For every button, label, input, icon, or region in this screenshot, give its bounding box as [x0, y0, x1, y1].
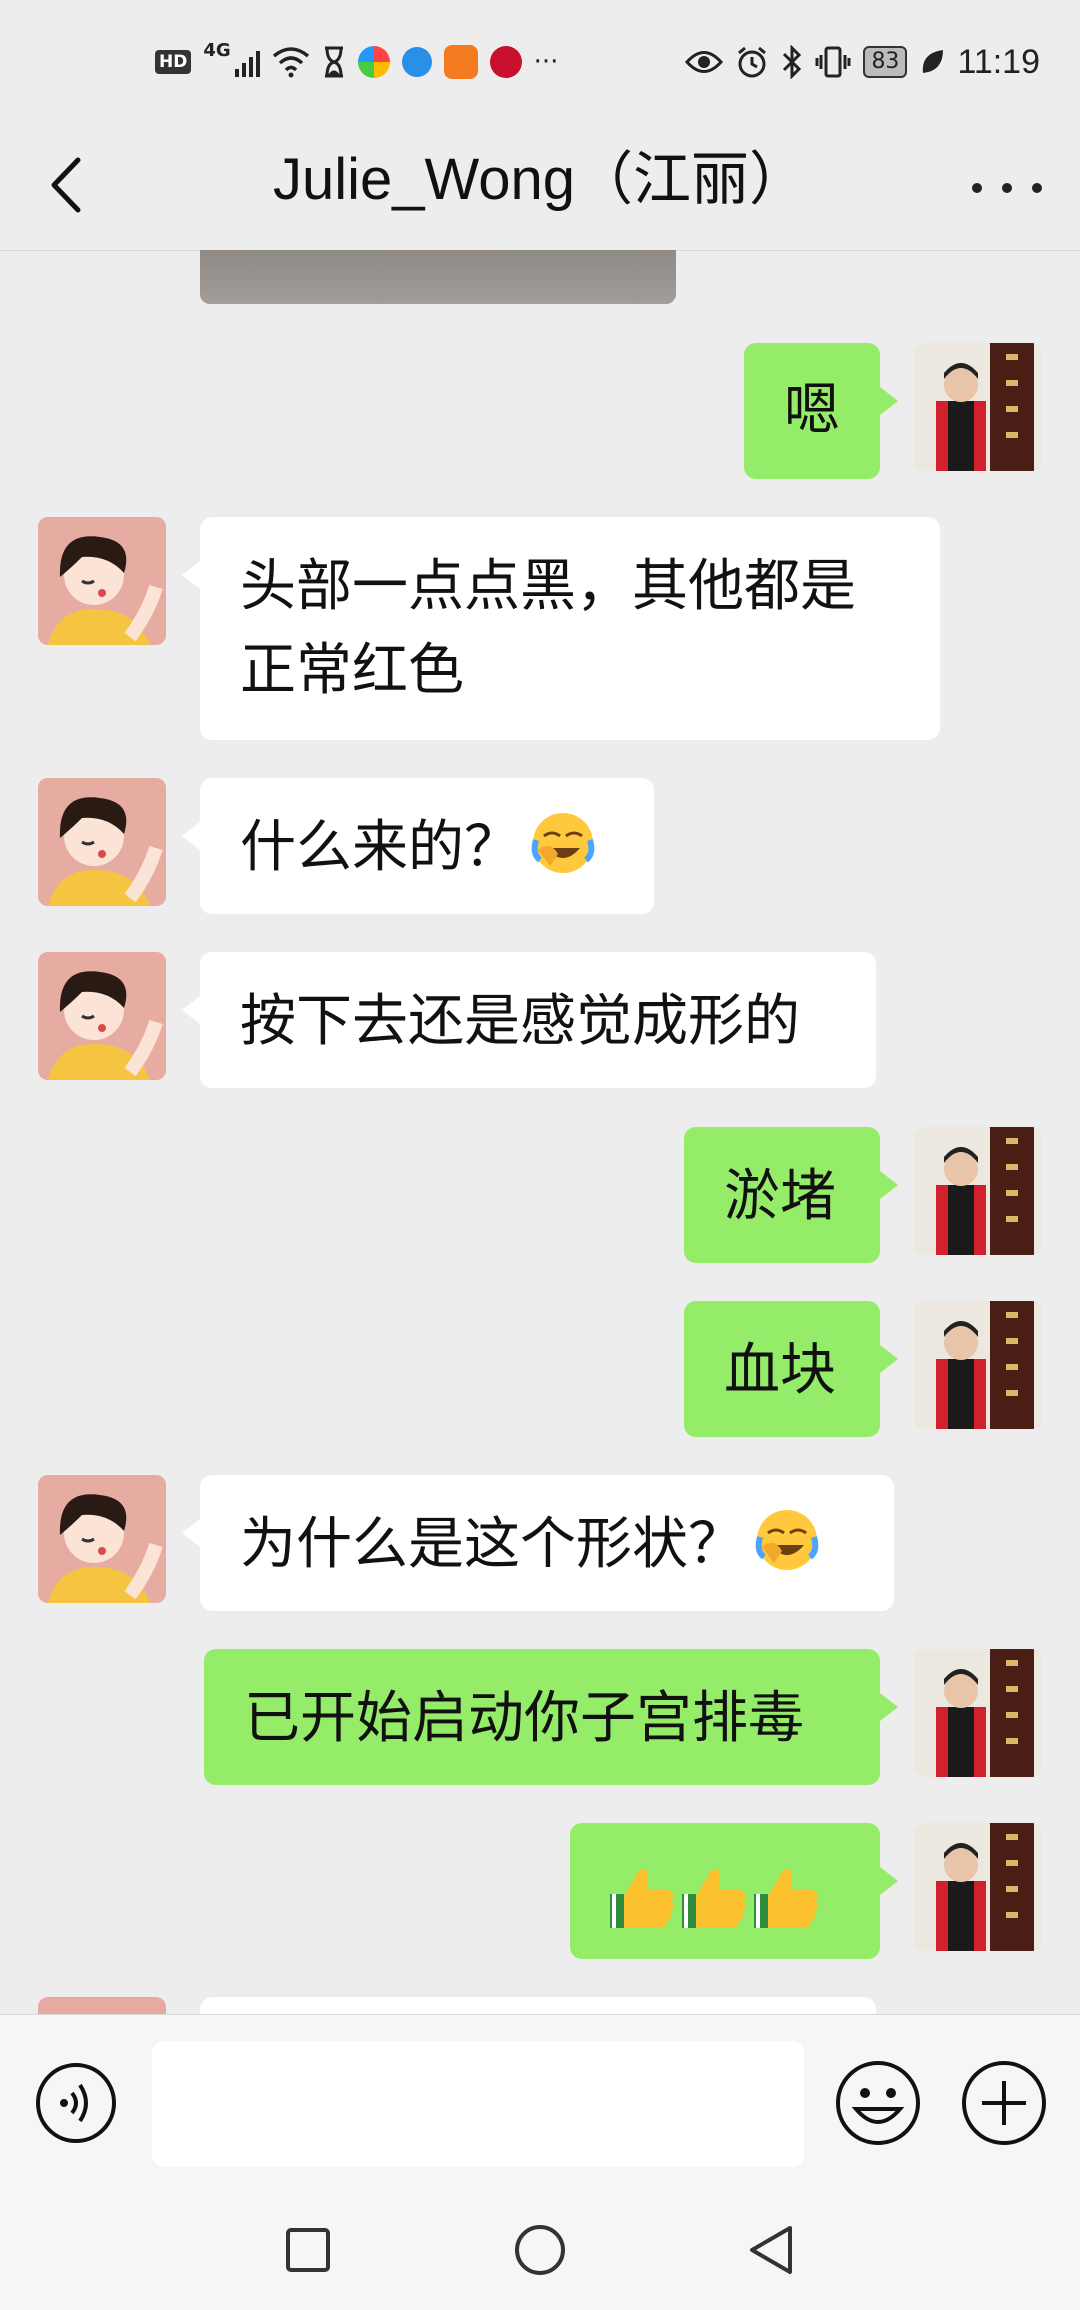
- status-right: 83 11:19: [685, 40, 1040, 84]
- message-bubble-incoming[interactable]: 为什么是这个形状？: [182, 1475, 894, 1611]
- recent-apps-icon[interactable]: [278, 2220, 338, 2280]
- message-text: 为什么是这个形状？: [240, 1512, 744, 1577]
- bluetooth-icon: [783, 45, 802, 79]
- my-avatar[interactable]: [914, 1649, 1042, 1777]
- back-icon[interactable]: [742, 2220, 802, 2280]
- app-icon-colorful: [357, 46, 390, 78]
- chat-header: Julie_Wong（江丽）: [0, 120, 1080, 251]
- message-bubble-outgoing[interactable]: [570, 1823, 898, 1959]
- status-left: HD 4G ···: [155, 40, 558, 84]
- network-type: 4G: [203, 40, 231, 61]
- more-options-icon[interactable]: [972, 178, 1042, 198]
- voice-icon[interactable]: [34, 2061, 118, 2145]
- app-icon-red: [489, 46, 522, 78]
- face-with-tears-of-joy-icon: [531, 813, 595, 873]
- hourglass-icon: [324, 46, 343, 78]
- my-avatar[interactable]: [914, 1301, 1042, 1429]
- system-nav-bar: [0, 2190, 1080, 2310]
- more-notifications-icon: ···: [533, 47, 559, 77]
- hd-icon: HD: [155, 50, 192, 74]
- eye-icon: [685, 51, 724, 73]
- message-text-line: 头部一点点黑，其他都是: [240, 554, 856, 619]
- app-icon-orange: [443, 45, 478, 79]
- message-text: 什么来的？: [240, 815, 520, 880]
- thumbs-up-icon: [754, 1868, 818, 1928]
- message-bubble-outgoing[interactable]: 嗯: [744, 343, 898, 479]
- face-with-tears-of-joy-icon: [755, 1510, 819, 1570]
- vibrate-icon: [815, 46, 851, 78]
- app-icon-blue: [401, 47, 432, 77]
- input-bar: [0, 2014, 1080, 2191]
- plus-icon[interactable]: [960, 2059, 1048, 2147]
- message-list[interactable]: 嗯 头部一点点黑，其他都是 正常红色 什么来的？ 按下去还是感觉成形的 淤堵 血…: [0, 250, 1080, 2014]
- contact-avatar[interactable]: [38, 1475, 166, 1603]
- message-bubble-incoming[interactable]: 按下去还是感觉成形的: [182, 952, 876, 1088]
- status-bar: HD 4G ··· 83 11:19: [0, 0, 1080, 120]
- message-text: 血块: [724, 1338, 836, 1403]
- message-text: 嗯: [784, 378, 840, 443]
- signal-icon: [234, 47, 260, 77]
- message-text: 淤堵: [724, 1164, 836, 1229]
- thumbs-up-icon: [610, 1868, 674, 1928]
- message-bubble-outgoing[interactable]: 淤堵: [684, 1127, 898, 1263]
- message-text: 已开始启动你子宫排毒: [244, 1686, 804, 1751]
- message-text: 按下去还是感觉成形的: [240, 989, 800, 1054]
- message-bubble-incoming[interactable]: 头部一点点黑，其他都是 正常红色: [182, 517, 940, 740]
- message-text-line: 正常红色: [240, 638, 464, 703]
- message-bubble-incoming-partial[interactable]: [200, 1997, 876, 2014]
- emoji-icon[interactable]: [834, 2059, 922, 2147]
- alarm-icon: [738, 46, 767, 78]
- wifi-icon: [272, 47, 309, 78]
- message-bubble-outgoing[interactable]: 已开始启动你子宫排毒: [204, 1649, 898, 1785]
- contact-avatar[interactable]: [38, 778, 166, 906]
- contact-avatar[interactable]: [38, 517, 166, 645]
- message-bubble-outgoing[interactable]: 血块: [684, 1301, 898, 1437]
- my-avatar[interactable]: [914, 343, 1042, 471]
- thumbs-up-icon: [682, 1868, 746, 1928]
- my-avatar[interactable]: [914, 1127, 1042, 1255]
- contact-avatar[interactable]: [38, 952, 166, 1080]
- chat-title: Julie_Wong（江丽）: [272, 147, 807, 212]
- message-bubble-incoming[interactable]: 什么来的？: [182, 778, 654, 914]
- home-icon[interactable]: [510, 2220, 570, 2280]
- leaf-icon: [923, 50, 944, 73]
- image-message-partial[interactable]: [200, 250, 676, 304]
- message-input[interactable]: [152, 2041, 804, 2167]
- clock: 11:19: [957, 42, 1040, 81]
- battery-icon: 83: [863, 46, 908, 78]
- my-avatar[interactable]: [914, 1823, 1042, 1951]
- contact-avatar[interactable]: [38, 1997, 166, 2014]
